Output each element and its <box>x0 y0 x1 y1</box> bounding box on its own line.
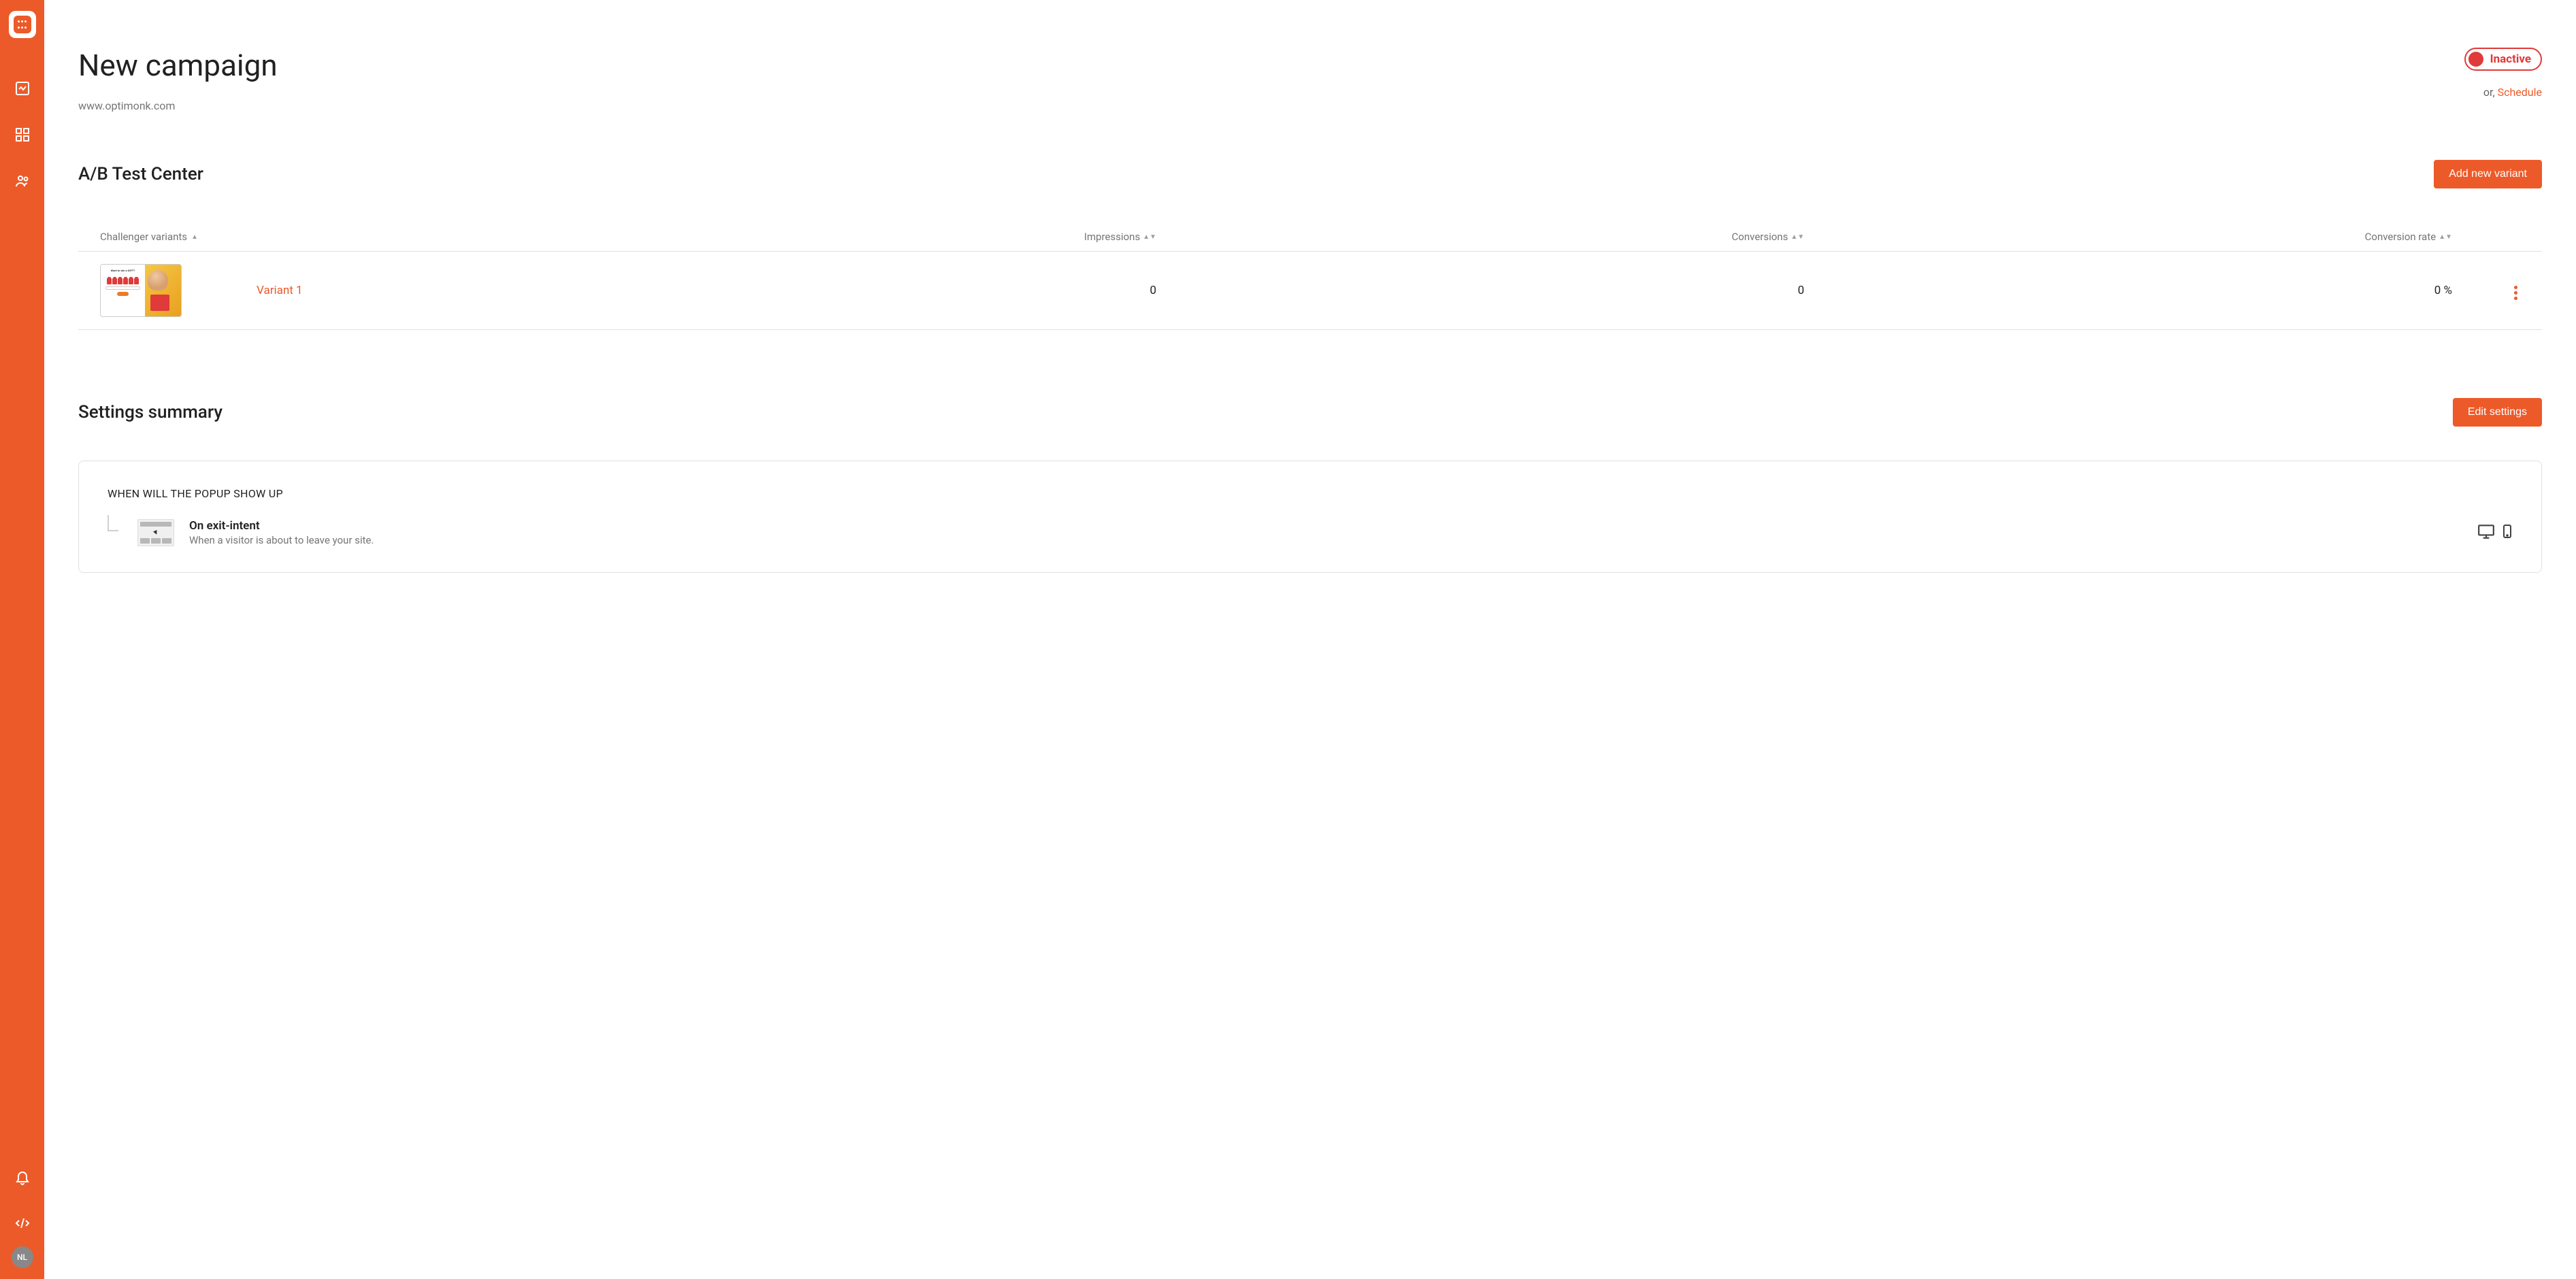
trigger-description: When a visitor is about to leave your si… <box>189 534 2462 546</box>
col-header-conversions[interactable]: Conversions ▲▼ <box>1156 231 1804 243</box>
settings-box: WHEN WILL THE POPUP SHOW UP On exit-inte… <box>78 461 2542 573</box>
settings-title: Settings summary <box>78 402 223 422</box>
status-label: Inactive <box>2490 52 2531 66</box>
code-icon[interactable] <box>14 1215 31 1231</box>
tree-connector-icon <box>108 515 118 531</box>
conversions-value: 0 <box>1797 284 1804 297</box>
add-variant-button[interactable]: Add new variant <box>2434 160 2542 188</box>
or-text: or, <box>2483 86 2498 99</box>
page-title: New campaign <box>78 48 278 83</box>
col-header-variants[interactable]: Challenger variants ▲ <box>100 231 508 243</box>
domain-text: www.optimonk.com <box>78 99 278 112</box>
edit-settings-button[interactable]: Edit settings <box>2453 398 2542 427</box>
impressions-value: 0 <box>1150 284 1156 297</box>
avatar[interactable]: NL <box>12 1246 33 1268</box>
trigger-thumbnail-icon <box>137 519 174 546</box>
variants-table: Challenger variants ▲ Impressions ▲▼ Con… <box>78 222 2542 330</box>
sort-icon: ▲▼ <box>1791 233 1804 241</box>
mobile-icon <box>2502 524 2513 542</box>
status-toggle[interactable]: Inactive <box>2464 48 2542 71</box>
abtest-title: A/B Test Center <box>78 164 203 184</box>
table-row: Want to win a GIFT? — — — —— — — <box>78 252 2542 330</box>
rate-value: 0 % <box>2434 284 2452 297</box>
users-icon[interactable] <box>14 173 31 189</box>
bell-icon[interactable] <box>14 1169 31 1185</box>
row-menu-button[interactable] <box>2511 283 2520 303</box>
col-header-impressions[interactable]: Impressions ▲▼ <box>508 231 1156 243</box>
templates-icon[interactable] <box>14 127 31 143</box>
sidebar: NL <box>0 0 44 1279</box>
sort-icon: ▲▼ <box>1143 233 1156 241</box>
when-heading: WHEN WILL THE POPUP SHOW UP <box>108 487 2513 500</box>
sort-asc-icon: ▲ <box>191 233 198 241</box>
activity-icon[interactable] <box>14 80 31 97</box>
trigger-title: On exit-intent <box>189 519 2462 533</box>
col-header-rate[interactable]: Conversion rate ▲▼ <box>1804 231 2452 243</box>
desktop-icon <box>2477 524 2495 542</box>
main-content: New campaign www.optimonk.com Inactive o… <box>44 0 2576 1279</box>
app-logo[interactable] <box>9 11 36 38</box>
variant-name-link[interactable]: Variant 1 <box>257 284 303 297</box>
sort-icon: ▲▼ <box>2439 233 2452 241</box>
schedule-link[interactable]: Schedule <box>2498 86 2542 99</box>
status-dot-icon <box>2468 52 2483 67</box>
variant-thumbnail[interactable]: Want to win a GIFT? — — — —— — — <box>100 264 182 317</box>
